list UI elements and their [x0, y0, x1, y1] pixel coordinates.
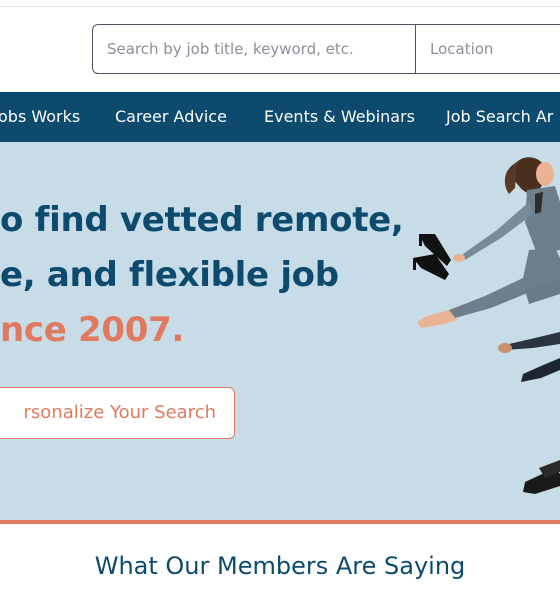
nav-item-events-webinars[interactable]: Events & Webinars: [264, 92, 415, 142]
nav-item-how-it-works[interactable]: obs Works: [0, 92, 80, 142]
nav-item-career-advice[interactable]: Career Advice: [115, 92, 227, 142]
keyword-search-input[interactable]: [93, 25, 415, 73]
personalize-search-button[interactable]: rsonalize Your Search: [0, 387, 235, 439]
hero-headline-line-3: nce 2007.: [0, 310, 185, 350]
job-search-bar: [92, 24, 560, 74]
main-nav: obs Works Career Advice Events & Webinar…: [0, 92, 560, 142]
hero-headline-line-1: o find vetted remote,: [0, 200, 404, 240]
members-section-title: What Our Members Are Saying: [94, 552, 466, 580]
hero-section: o find vetted remote, e, and flexible jo…: [0, 142, 560, 522]
nav-item-job-search-articles[interactable]: Job Search Ar: [446, 92, 553, 142]
jumping-people-image: [413, 157, 560, 494]
hero-headline-line-2: e, and flexible job: [0, 255, 339, 295]
location-input[interactable]: [416, 25, 560, 73]
top-divider: [0, 6, 560, 7]
hero-accent-border: [0, 520, 560, 524]
